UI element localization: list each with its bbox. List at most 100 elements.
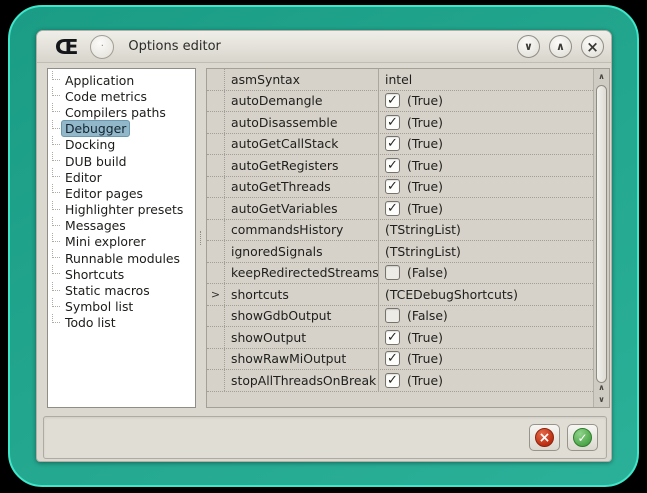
sidebar-item-label: Highlighter presets — [61, 201, 187, 218]
sidebar-item-debugger[interactable]: Debugger — [52, 121, 195, 137]
property-row-autoGetThreads[interactable]: autoGetThreads✓(True) — [207, 177, 593, 199]
property-row-showGdbOutput[interactable]: showGdbOutput (False) — [207, 306, 593, 328]
property-value-text: (TStringList) — [385, 244, 461, 259]
property-name: showRawMiOutput — [225, 349, 379, 370]
scroll-down-icon[interactable]: ∨ — [594, 393, 609, 406]
accept-check-icon: ✓ — [573, 428, 592, 447]
options-editor-window: Œ · Options editor ∨ ∧ × ApplicationCode… — [36, 30, 612, 462]
tree-branch-line — [52, 120, 60, 129]
sidebar-item-compilers-paths[interactable]: Compilers paths — [52, 104, 195, 120]
desktop-background: Œ · Options editor ∨ ∧ × ApplicationCode… — [0, 0, 647, 493]
tree-branch-line — [52, 168, 60, 177]
sidebar-item-label: Editor pages — [61, 185, 147, 202]
property-row-autoDisassemble[interactable]: autoDisassemble✓(True) — [207, 112, 593, 134]
sidebar-item-dub-build[interactable]: DUB build — [52, 153, 195, 169]
property-value: (False) — [379, 306, 593, 327]
sidebar-item-code-metrics[interactable]: Code metrics — [52, 88, 195, 104]
property-row-shortcuts[interactable]: >shortcuts(TCEDebugShortcuts) — [207, 284, 593, 306]
property-value-text: (TCEDebugShortcuts) — [385, 287, 518, 302]
property-value-text: (True) — [407, 373, 443, 388]
maximize-button[interactable]: ∧ — [549, 35, 572, 58]
sidebar-item-editor-pages[interactable]: Editor pages — [52, 185, 195, 201]
scroll-up-icon[interactable]: ∧ — [594, 70, 609, 83]
sidebar-item-label: Editor — [61, 169, 106, 186]
tree-branch-line — [52, 265, 60, 274]
property-value-text: (True) — [407, 330, 443, 345]
property-row-asmSyntax[interactable]: asmSyntaxintel — [207, 69, 593, 91]
tree-branch-line — [52, 201, 60, 210]
minimize-button[interactable]: ∨ — [517, 35, 540, 58]
sidebar-item-static-macros[interactable]: Static macros — [52, 282, 195, 298]
property-value-text: intel — [385, 72, 412, 87]
sidebar-item-editor[interactable]: Editor — [52, 169, 195, 185]
checkbox-checked[interactable]: ✓ — [385, 136, 400, 151]
expand-arrow-icon[interactable]: > — [207, 284, 225, 305]
property-row-autoGetVariables[interactable]: autoGetVariables✓(True) — [207, 198, 593, 220]
sidebar-item-docking[interactable]: Docking — [52, 137, 195, 153]
sidebar-item-label: Shortcuts — [61, 266, 128, 283]
property-value-text: (True) — [407, 201, 443, 216]
sidebar-item-messages[interactable]: Messages — [52, 218, 195, 234]
sidebar-item-symbol-list[interactable]: Symbol list — [52, 299, 195, 315]
sidebar-item-shortcuts[interactable]: Shortcuts — [52, 266, 195, 282]
checkbox-checked[interactable]: ✓ — [385, 373, 400, 388]
app-logo-icon: Œ — [55, 37, 78, 57]
sidebar-item-label: Docking — [61, 136, 119, 153]
property-value: ✓ (True) — [379, 327, 593, 348]
property-name: showGdbOutput — [225, 306, 379, 327]
tree-branch-line — [52, 233, 60, 242]
row-gutter — [207, 69, 225, 90]
checkbox-checked[interactable]: ✓ — [385, 179, 400, 194]
property-row-autoGetCallStack[interactable]: autoGetCallStack✓(True) — [207, 134, 593, 156]
checkbox-checked[interactable]: ✓ — [385, 115, 400, 130]
scrollbar-thumb[interactable] — [596, 85, 607, 383]
property-name: autoDemangle — [225, 91, 379, 112]
property-row-showRawMiOutput[interactable]: showRawMiOutput✓(True) — [207, 349, 593, 371]
checkbox-checked[interactable]: ✓ — [385, 158, 400, 173]
checkbox-checked[interactable]: ✓ — [385, 351, 400, 366]
sidebar-item-label: Static macros — [61, 282, 154, 299]
tree-branch-line — [52, 298, 60, 307]
accept-button[interactable]: ✓ — [567, 424, 598, 451]
cancel-button[interactable]: × — [529, 424, 560, 451]
property-row-keepRedirectedStreams[interactable]: keepRedirectedStreams(False) — [207, 263, 593, 285]
property-value: ✓ (True) — [379, 198, 593, 219]
checkbox-checked[interactable]: ✓ — [385, 330, 400, 345]
property-row-autoGetRegisters[interactable]: autoGetRegisters✓(True) — [207, 155, 593, 177]
tree-branch-line — [52, 217, 60, 226]
property-value: (False) — [379, 263, 593, 284]
sidebar-item-label: DUB build — [61, 153, 131, 170]
vertical-scrollbar[interactable]: ∧ ∧ ∨ — [593, 69, 609, 407]
property-row-stopAllThreadsOnBreak[interactable]: stopAllThreadsOnBreak✓(True) — [207, 370, 593, 392]
property-value-text: (True) — [407, 158, 443, 173]
property-row-autoDemangle[interactable]: autoDemangle ✓ (True) — [207, 91, 593, 113]
property-name: autoGetThreads — [225, 177, 379, 198]
checkbox-unchecked[interactable] — [385, 308, 400, 323]
property-row-commandsHistory[interactable]: commandsHistory(TStringList) — [207, 220, 593, 242]
window-menu-button[interactable]: · — [90, 35, 114, 59]
tree-branch-line — [52, 314, 60, 323]
property-value-text: (False) — [407, 308, 448, 323]
checkbox-checked[interactable]: ✓ — [385, 93, 400, 108]
close-button[interactable]: × — [581, 35, 604, 58]
category-tree: ApplicationCode metricsCompilers pathsDe… — [47, 68, 196, 408]
sidebar-item-mini-explorer[interactable]: Mini explorer — [52, 234, 195, 250]
property-value: ✓ (True) — [379, 91, 593, 112]
row-gutter — [207, 241, 225, 262]
tree-branch-line — [52, 282, 60, 291]
property-value-text: (True) — [407, 93, 443, 108]
property-value: intel — [379, 69, 593, 90]
sidebar-item-label: Messages — [61, 217, 130, 234]
property-row-ignoredSignals[interactable]: ignoredSignals(TStringList) — [207, 241, 593, 263]
property-row-showOutput[interactable]: showOutput✓(True) — [207, 327, 593, 349]
checkbox-checked[interactable]: ✓ — [385, 201, 400, 216]
sidebar-item-highlighter-presets[interactable]: Highlighter presets — [52, 202, 195, 218]
sidebar-item-application[interactable]: Application — [52, 72, 195, 88]
checkbox-unchecked[interactable] — [385, 265, 400, 280]
row-gutter — [207, 91, 225, 112]
sidebar-item-todo-list[interactable]: Todo list — [52, 315, 195, 331]
sidebar-item-runnable-modules[interactable]: Runnable modules — [52, 250, 195, 266]
row-gutter — [207, 134, 225, 155]
panel-splitter[interactable] — [197, 68, 206, 408]
property-value-text: (True) — [407, 136, 443, 151]
